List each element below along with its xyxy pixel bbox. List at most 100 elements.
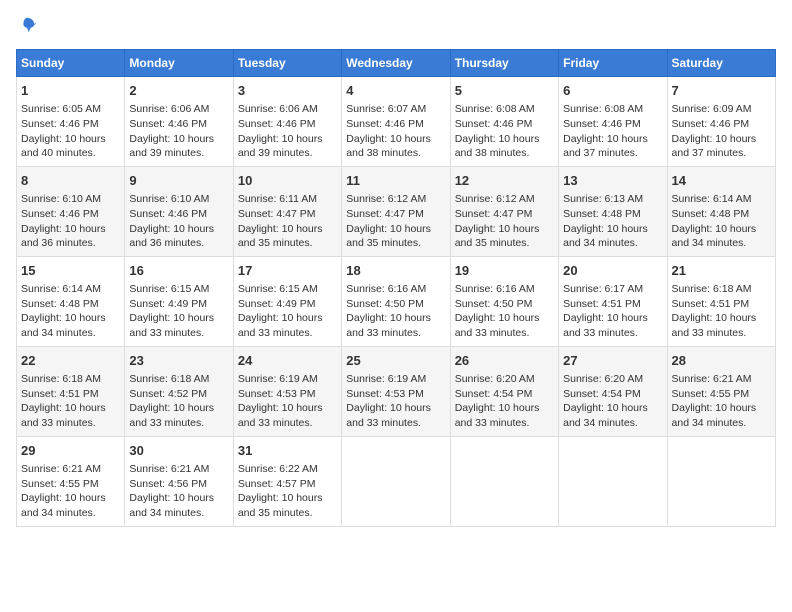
day-number: 21: [672, 262, 771, 280]
sunrise-text: Sunrise: 6:18 AM: [21, 373, 101, 385]
daylight-text: Daylight: 10 hours and 33 minutes.: [238, 312, 323, 339]
calendar-table: SundayMondayTuesdayWednesdayThursdayFrid…: [16, 49, 776, 527]
daylight-text: Daylight: 10 hours and 35 minutes.: [238, 492, 323, 519]
sunrise-text: Sunrise: 6:21 AM: [672, 373, 752, 385]
logo: [16, 16, 36, 39]
sunset-text: Sunset: 4:54 PM: [563, 388, 641, 400]
sunset-text: Sunset: 4:46 PM: [563, 118, 641, 130]
sunrise-text: Sunrise: 6:06 AM: [238, 103, 318, 115]
day-cell: 18Sunrise: 6:16 AMSunset: 4:50 PMDayligh…: [342, 256, 450, 346]
header-cell-wednesday: Wednesday: [342, 50, 450, 77]
daylight-text: Daylight: 10 hours and 35 minutes.: [346, 223, 431, 250]
daylight-text: Daylight: 10 hours and 39 minutes.: [129, 133, 214, 160]
sunrise-text: Sunrise: 6:13 AM: [563, 193, 643, 205]
daylight-text: Daylight: 10 hours and 39 minutes.: [238, 133, 323, 160]
calendar-header: SundayMondayTuesdayWednesdayThursdayFrid…: [17, 50, 776, 77]
day-number: 11: [346, 172, 445, 190]
sunset-text: Sunset: 4:49 PM: [129, 298, 207, 310]
day-number: 25: [346, 352, 445, 370]
day-number: 19: [455, 262, 554, 280]
sunrise-text: Sunrise: 6:10 AM: [129, 193, 209, 205]
sunrise-text: Sunrise: 6:17 AM: [563, 283, 643, 295]
day-cell: 27Sunrise: 6:20 AMSunset: 4:54 PMDayligh…: [559, 346, 667, 436]
sunrise-text: Sunrise: 6:15 AM: [129, 283, 209, 295]
day-cell: 6Sunrise: 6:08 AMSunset: 4:46 PMDaylight…: [559, 77, 667, 167]
sunrise-text: Sunrise: 6:14 AM: [672, 193, 752, 205]
day-cell: 8Sunrise: 6:10 AMSunset: 4:46 PMDaylight…: [17, 166, 125, 256]
day-cell: [342, 436, 450, 526]
day-cell: [667, 436, 775, 526]
daylight-text: Daylight: 10 hours and 38 minutes.: [346, 133, 431, 160]
sunrise-text: Sunrise: 6:06 AM: [129, 103, 209, 115]
day-cell: 24Sunrise: 6:19 AMSunset: 4:53 PMDayligh…: [233, 346, 341, 436]
sunset-text: Sunset: 4:51 PM: [672, 298, 750, 310]
daylight-text: Daylight: 10 hours and 33 minutes.: [129, 312, 214, 339]
sunset-text: Sunset: 4:46 PM: [346, 118, 424, 130]
sunrise-text: Sunrise: 6:21 AM: [21, 463, 101, 475]
day-cell: 15Sunrise: 6:14 AMSunset: 4:48 PMDayligh…: [17, 256, 125, 346]
sunrise-text: Sunrise: 6:05 AM: [21, 103, 101, 115]
week-row-3: 15Sunrise: 6:14 AMSunset: 4:48 PMDayligh…: [17, 256, 776, 346]
day-number: 9: [129, 172, 228, 190]
sunrise-text: Sunrise: 6:12 AM: [455, 193, 535, 205]
sunrise-text: Sunrise: 6:20 AM: [455, 373, 535, 385]
sunset-text: Sunset: 4:55 PM: [21, 478, 99, 490]
day-number: 22: [21, 352, 120, 370]
sunset-text: Sunset: 4:46 PM: [129, 118, 207, 130]
day-number: 16: [129, 262, 228, 280]
day-number: 23: [129, 352, 228, 370]
day-cell: 10Sunrise: 6:11 AMSunset: 4:47 PMDayligh…: [233, 166, 341, 256]
header-cell-friday: Friday: [559, 50, 667, 77]
daylight-text: Daylight: 10 hours and 33 minutes.: [346, 312, 431, 339]
daylight-text: Daylight: 10 hours and 36 minutes.: [129, 223, 214, 250]
day-cell: 3Sunrise: 6:06 AMSunset: 4:46 PMDaylight…: [233, 77, 341, 167]
sunrise-text: Sunrise: 6:10 AM: [21, 193, 101, 205]
daylight-text: Daylight: 10 hours and 33 minutes.: [563, 312, 648, 339]
day-cell: 23Sunrise: 6:18 AMSunset: 4:52 PMDayligh…: [125, 346, 233, 436]
daylight-text: Daylight: 10 hours and 33 minutes.: [455, 402, 540, 429]
calendar-body: 1 Sunrise: 6:05 AM Sunset: 4:46 PM Daylight…: [17, 77, 776, 527]
daylight-text: Daylight: 10 hours and 33 minutes.: [346, 402, 431, 429]
sunset-text: Sunset: 4:47 PM: [346, 208, 424, 220]
day-cell: 1Sunrise: 6:05 AMSunset: 4:46 PMDaylight…: [17, 77, 125, 167]
day-number: 24: [238, 352, 337, 370]
sunrise-text: Sunrise: 6:20 AM: [563, 373, 643, 385]
day-number: 18: [346, 262, 445, 280]
day-number: 27: [563, 352, 662, 370]
day-cell: 7Sunrise: 6:09 AMSunset: 4:46 PMDaylight…: [667, 77, 775, 167]
sunset-text: Sunset: 4:49 PM: [238, 298, 316, 310]
sunset-text: Sunset: 4:46 PM: [129, 208, 207, 220]
daylight-text: Daylight: 10 hours and 33 minutes.: [455, 312, 540, 339]
day-cell: 4Sunrise: 6:07 AMSunset: 4:46 PMDaylight…: [342, 77, 450, 167]
day-cell: 5Sunrise: 6:08 AMSunset: 4:46 PMDaylight…: [450, 77, 558, 167]
daylight-text: Daylight: 10 hours and 34 minutes.: [672, 223, 757, 250]
daylight-text: Daylight: 10 hours and 38 minutes.: [455, 133, 540, 160]
sunrise-text: Sunrise: 6:18 AM: [129, 373, 209, 385]
day-cell: 20Sunrise: 6:17 AMSunset: 4:51 PMDayligh…: [559, 256, 667, 346]
daylight-text: Daylight: 10 hours and 35 minutes.: [238, 223, 323, 250]
day-cell: 2Sunrise: 6:06 AMSunset: 4:46 PMDaylight…: [125, 77, 233, 167]
daylight-text: Daylight: 10 hours and 34 minutes.: [129, 492, 214, 519]
sunrise-text: Sunrise: 6:22 AM: [238, 463, 318, 475]
week-row-2: 8Sunrise: 6:10 AMSunset: 4:46 PMDaylight…: [17, 166, 776, 256]
daylight-text: Daylight: 10 hours and 33 minutes.: [129, 402, 214, 429]
header: [16, 16, 776, 39]
day-number: 1: [21, 82, 120, 100]
day-number: 29: [21, 442, 120, 460]
day-cell: 31Sunrise: 6:22 AMSunset: 4:57 PMDayligh…: [233, 436, 341, 526]
sunrise-text: Sunrise: 6:16 AM: [346, 283, 426, 295]
day-cell: 22Sunrise: 6:18 AMSunset: 4:51 PMDayligh…: [17, 346, 125, 436]
sunset-text: Sunset: 4:57 PM: [238, 478, 316, 490]
sunset-text: Sunset: 4:53 PM: [238, 388, 316, 400]
sunrise-text: Sunrise: 6:12 AM: [346, 193, 426, 205]
header-cell-thursday: Thursday: [450, 50, 558, 77]
day-cell: 21Sunrise: 6:18 AMSunset: 4:51 PMDayligh…: [667, 256, 775, 346]
sunset-text: Sunset: 4:47 PM: [238, 208, 316, 220]
sunset-text: Sunset: 4:53 PM: [346, 388, 424, 400]
sunrise-text: Sunrise: 6:19 AM: [238, 373, 318, 385]
day-number: 28: [672, 352, 771, 370]
week-row-4: 22Sunrise: 6:18 AMSunset: 4:51 PMDayligh…: [17, 346, 776, 436]
sunset-text: Sunset: 4:56 PM: [129, 478, 207, 490]
sunrise-text: Sunrise: 6:11 AM: [238, 193, 317, 205]
daylight-text: Daylight: 10 hours and 34 minutes.: [563, 223, 648, 250]
